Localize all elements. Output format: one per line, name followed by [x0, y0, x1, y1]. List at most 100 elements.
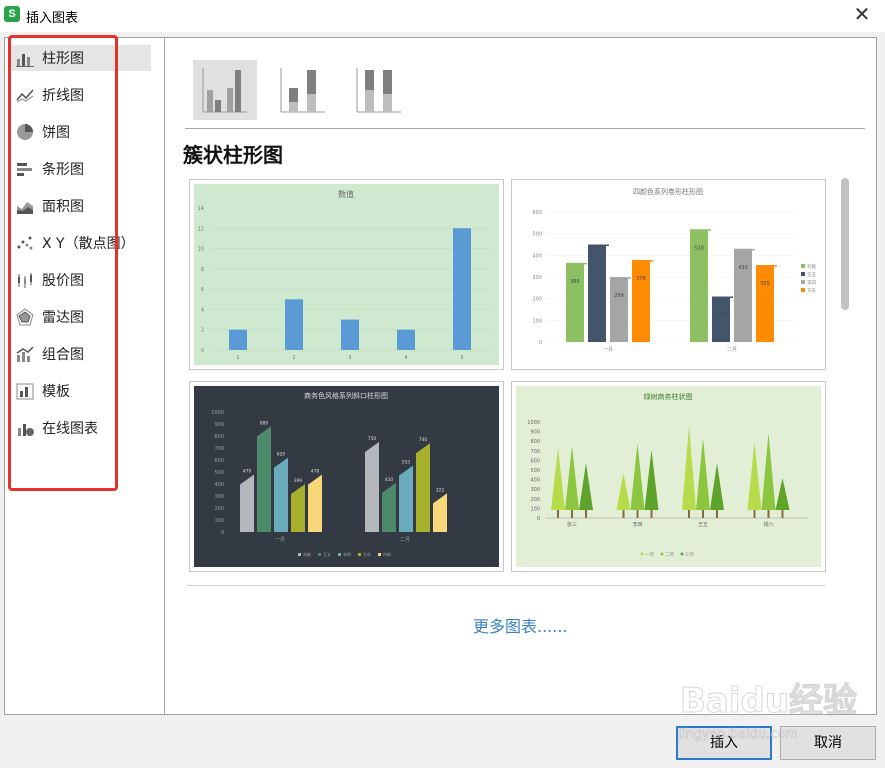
sidebar-item-label: 模板 — [42, 384, 70, 400]
thumb4-y-tick: 800 — [530, 439, 540, 445]
thumb3-data-label: 410 — [385, 477, 394, 483]
thumb2-y-tick: 600 — [532, 210, 542, 216]
thumb4-y-tick: 100 — [530, 506, 540, 512]
thumb1-x-tick: 1 — [236, 355, 239, 361]
template-icon — [16, 383, 34, 400]
thumb3-y-tick: 600 — [214, 458, 224, 464]
sidebar-item-line-chart[interactable]: 折线图 — [11, 82, 151, 108]
thumb1-y-tick: 4 — [201, 307, 204, 313]
thumb4-x-tick: 张三 — [567, 521, 577, 528]
thumb3-legend-label: 何新 — [383, 551, 391, 557]
sidebar-item-pie-chart[interactable]: 饼图 — [11, 119, 151, 145]
sidebar-item-stock-chart[interactable]: 股价图 — [11, 267, 151, 293]
thumb2-title: 四颜色系列卷形柱形图 — [633, 187, 703, 196]
thumb1-y-tick: 14 — [198, 206, 204, 212]
online-chart-icon — [18, 424, 34, 436]
thumb3-legend-label: 方东 — [363, 551, 371, 557]
sidebar-item-scatter-chart[interactable]: X Y（散点图） — [11, 230, 151, 256]
thumb3-legend-label: 王五 — [323, 552, 331, 557]
thumb3-y-tick: 700 — [214, 446, 224, 452]
thumbnail-4-chart: 绿树商务柱状图 0 100 200 300 400 500 600 700 800 900 1000 张… — [516, 386, 821, 567]
thumb2-data-label: 299 — [614, 293, 624, 299]
subtype-clustered-column[interactable] — [193, 60, 257, 120]
sidebar-item-label: 股价图 — [42, 273, 84, 289]
thumb4-legend-label: 一月 — [645, 552, 654, 558]
thumb1-bar — [397, 329, 415, 350]
line-chart-icon — [16, 89, 34, 103]
thumb4-legend-swatch — [680, 552, 684, 556]
sidebar-item-bar-chart[interactable]: 条形图 — [11, 156, 151, 182]
thumb2-bar — [734, 248, 752, 342]
sidebar-item-label: 组合图 — [42, 347, 84, 363]
thumb3-y-tick: 900 — [214, 422, 224, 428]
thumb3-data-label: 740 — [419, 437, 428, 443]
sidebar-item-area-chart[interactable]: 面积图 — [11, 193, 151, 219]
thumb2-legend-label: 刘能 — [807, 263, 816, 270]
thumb2-y-tick: 300 — [532, 275, 542, 281]
thumb4-tree-trunk — [753, 510, 756, 518]
thumb4-plot-bg — [516, 386, 821, 567]
thumb4-legend-label: 二月 — [665, 552, 674, 558]
thumb1-x-tick: 2 — [292, 355, 295, 361]
thumb3-bar — [308, 474, 322, 532]
thumb3-y-tick: 400 — [214, 482, 224, 488]
gallery-scrollbar[interactable] — [841, 178, 849, 310]
thumb2-data-label: 355 — [760, 281, 770, 287]
thumbnail-3-chart: 商务色风格系列斜口柱形图 0 100 200 300 400 500 600 700 800 900… — [194, 386, 499, 567]
thumb4-y-tick: 300 — [530, 487, 540, 493]
close-button[interactable]: ✕ — [851, 4, 873, 26]
sidebar-item-column-chart[interactable]: 柱形图 — [11, 45, 151, 71]
thumb3-data-label: 399 — [294, 478, 303, 484]
thumb3-legend-swatch — [318, 553, 321, 556]
thumb2-data-label: 378 — [636, 276, 646, 282]
subtype-stacked-column[interactable] — [275, 60, 339, 120]
thumbnail-1-chart: 数值024681012141 2 3 4 5 — [194, 184, 499, 365]
thumb1-y-tick: 0 — [201, 348, 204, 354]
sidebar-item-template[interactable]: 模板 — [11, 378, 151, 404]
thumb2-bar-curl — [712, 296, 733, 298]
thumb3-legend-swatch — [358, 553, 361, 556]
insert-button[interactable]: 插入 — [676, 726, 772, 760]
subtype-divider — [185, 128, 865, 129]
sidebar-item-label: 面积图 — [42, 199, 84, 215]
thumb3-data-label: 750 — [368, 436, 377, 442]
thumb2-bar — [712, 296, 730, 342]
thumb2-bar-curl — [588, 244, 609, 246]
thumb4-legend-swatch — [660, 552, 664, 556]
radar-chart-icon — [16, 308, 34, 326]
sidebar-item-combo-chart[interactable]: 组合图 — [11, 341, 151, 367]
thumb3-legend-swatch — [338, 553, 341, 556]
thumb2-bar — [588, 244, 606, 342]
cancel-button[interactable]: 取消 — [780, 726, 876, 760]
template-thumbnail-4[interactable]: 绿树商务柱状图 0 100 200 300 400 500 600 700 800 900 1000 张… — [511, 381, 826, 572]
thumb2-y-tick: 100 — [532, 318, 542, 324]
thumb2-bar-curl — [610, 277, 631, 279]
thumb3-y-tick: 800 — [214, 434, 224, 440]
scatter-chart-icon — [17, 236, 33, 250]
thumb3-legend-swatch — [298, 553, 301, 556]
thumb2-bar — [756, 265, 774, 342]
thumb4-tree-trunk — [767, 510, 770, 518]
subtype-percent-stacked-column[interactable] — [351, 60, 415, 120]
more-charts-link[interactable]: 更多图表...... — [473, 613, 568, 637]
thumb4-tree-trunk — [557, 510, 559, 518]
percent-stacked-column-icon — [356, 68, 401, 113]
sidebar-item-radar-chart[interactable]: 雷达图 — [11, 304, 151, 330]
thumb4-tree-trunk — [716, 510, 718, 518]
template-thumbnail-1[interactable]: 数值 0 2 4 6 8 10 12 14 1 2 3 4 5 — [189, 179, 504, 370]
template-thumbnail-3[interactable]: 商务色风格系列斜口柱形图 0 100 200 300 400 500 600 700 800 900… — [189, 381, 504, 572]
thumb2-y-tick: 200 — [532, 297, 542, 303]
stacked-column-icon — [280, 68, 325, 113]
thumb2-data-label: 430 — [738, 265, 748, 271]
thumb1-y-tick: 12 — [198, 226, 204, 232]
thumb2-legend-label: 王五 — [807, 272, 816, 278]
chart-type-sidebar: 柱形图折线图饼图条形图面积图 X Y（散点图） 股价图雷达图组合图模板在线图表 — [4, 35, 164, 715]
template-thumbnail-2[interactable]: 四颜色系列卷形柱形图 0 100 200 300 400 500 600 365 299 378 一月… — [511, 179, 826, 370]
thumb1-y-tick: 8 — [201, 267, 204, 273]
sidebar-item-label: 饼图 — [42, 125, 70, 141]
thumb3-y-tick: 1000 — [211, 410, 224, 416]
sidebar-item-online-chart[interactable]: 在线图表 — [11, 415, 151, 441]
thumb3-plot-bg — [194, 386, 499, 567]
thumb1-bar — [341, 319, 359, 350]
thumb3-data-label: 620 — [277, 452, 286, 458]
